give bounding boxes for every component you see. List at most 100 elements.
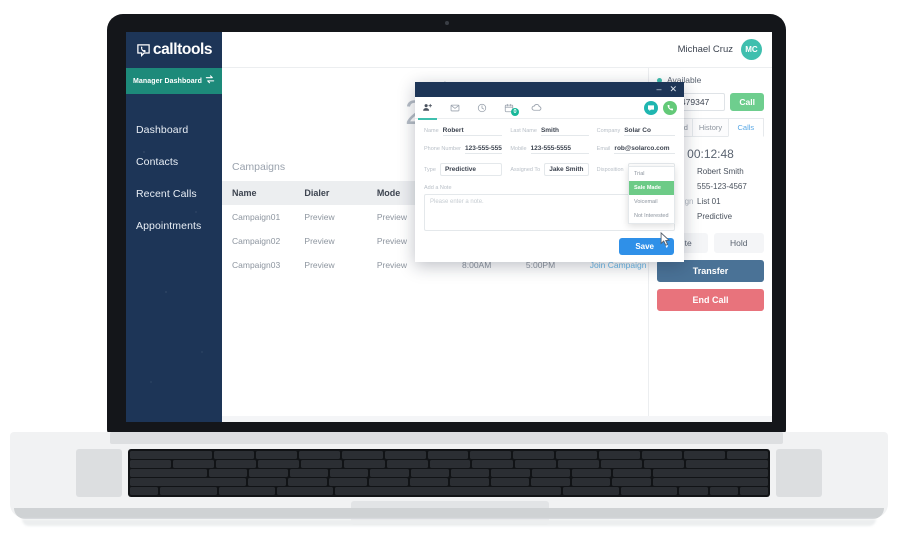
laptop-hinge bbox=[110, 432, 783, 444]
field-label: Email bbox=[596, 146, 611, 152]
field-value: Jake Smith bbox=[544, 163, 589, 176]
field-value: 555-123-4567 bbox=[697, 182, 747, 191]
tab-calls[interactable]: Calls bbox=[727, 118, 764, 137]
sidebar-item-label: Recent Calls bbox=[136, 188, 197, 200]
keyboard-row bbox=[130, 469, 768, 477]
field-phone-number[interactable]: Phone Number 123-555-5555 bbox=[424, 145, 503, 154]
dropdown-option-trial[interactable]: Trial bbox=[629, 167, 674, 181]
cell-dialer: Preview bbox=[304, 236, 335, 246]
app-logo-text: calltools bbox=[152, 41, 213, 58]
field-mobile[interactable]: Mobile 123-555-5555 bbox=[510, 145, 589, 154]
switch-arrow-icon bbox=[204, 74, 216, 88]
end-call-button[interactable]: End Call bbox=[657, 289, 764, 311]
top-bar: Michael Cruz MC bbox=[222, 32, 772, 68]
minimize-icon[interactable]: – bbox=[656, 85, 661, 94]
field-value: 123-555-5555 bbox=[530, 145, 589, 154]
mail-icon[interactable] bbox=[450, 103, 460, 113]
modal-body: Name Robert Last Name Smith Company Sola… bbox=[415, 119, 684, 255]
laptop-screen: calltools Manager Dashboard Dashboard Co… bbox=[126, 32, 772, 422]
transfer-button[interactable]: Transfer bbox=[657, 260, 764, 282]
clock-icon[interactable] bbox=[477, 103, 487, 113]
keyboard-keys bbox=[128, 449, 770, 497]
column-header-dialer[interactable]: Dialer bbox=[294, 181, 366, 205]
field-first-name[interactable]: Name Robert bbox=[424, 127, 503, 136]
speaker-grille-left bbox=[76, 449, 122, 497]
tab-history[interactable]: History bbox=[692, 118, 728, 137]
modal-row-2: Phone Number 123-555-5555 Mobile 123-555… bbox=[424, 145, 675, 154]
field-value: List 01 bbox=[697, 197, 721, 206]
sidebar-item-label: Contacts bbox=[136, 156, 179, 168]
field-last-name[interactable]: Last Name Smith bbox=[510, 127, 589, 136]
keyboard-row bbox=[130, 451, 768, 459]
close-icon[interactable]: ✕ bbox=[669, 85, 677, 94]
field-label: Mobile bbox=[510, 146, 527, 152]
hold-button[interactable]: Hold bbox=[713, 233, 764, 253]
keyboard-row bbox=[130, 460, 768, 468]
sidebar-item-appointments[interactable]: Appointments bbox=[126, 210, 222, 242]
field-type[interactable]: Type Predictive bbox=[424, 163, 503, 176]
laptop-base-lip bbox=[14, 508, 884, 519]
sidebar-nav: Dashboard Contacts Recent Calls Appointm… bbox=[126, 114, 222, 242]
field-label: Assigned To bbox=[510, 167, 541, 173]
field-value: Robert Smith bbox=[697, 167, 744, 176]
modal-tab-bar: 0 bbox=[415, 97, 684, 120]
sidebar-item-recent-calls[interactable]: Recent Calls bbox=[126, 178, 222, 210]
field-value: rob@solarco.com bbox=[614, 145, 675, 154]
cell-dialer: Preview bbox=[304, 212, 335, 222]
field-label: Company bbox=[596, 128, 621, 134]
field-value: Solar Co bbox=[624, 127, 675, 136]
keyboard bbox=[128, 449, 770, 497]
sidebar-item-label: Appointments bbox=[136, 220, 202, 232]
dropdown-option-voicemail[interactable]: Voicemail bbox=[629, 195, 674, 209]
contact-modal: – ✕ 0 Name Robert Last Name Smith Compan… bbox=[415, 82, 684, 262]
sidebar-item-contacts[interactable]: Contacts bbox=[126, 146, 222, 178]
field-value: 123-555-5555 bbox=[465, 145, 503, 154]
webcam-icon bbox=[444, 21, 449, 25]
manager-dashboard-button[interactable]: Manager Dashboard bbox=[126, 68, 222, 94]
save-button-label: Save bbox=[635, 242, 654, 251]
phone-icon[interactable] bbox=[663, 100, 677, 115]
dropdown-option-not-interested[interactable]: Not Interested bbox=[629, 209, 674, 223]
field-value: Predictive bbox=[697, 212, 733, 221]
app-logo: calltools bbox=[126, 32, 222, 68]
cloud-icon[interactable] bbox=[531, 102, 542, 113]
keyboard-row bbox=[130, 487, 768, 495]
call-button[interactable]: Call bbox=[730, 93, 764, 111]
footer-strip bbox=[222, 416, 772, 422]
disposition-dropdown: Trial Sale Made Voicemail Not Interested bbox=[628, 166, 675, 224]
modal-action-buttons bbox=[644, 100, 677, 115]
add-contact-icon[interactable] bbox=[418, 102, 437, 120]
dropdown-option-sale-made[interactable]: Sale Made bbox=[629, 181, 674, 195]
field-label: Disposition bbox=[596, 167, 624, 173]
calendar-badge: 0 bbox=[511, 107, 519, 116]
speaker-grille-right bbox=[776, 449, 822, 497]
manager-dashboard-label: Manager Dashboard bbox=[133, 77, 202, 85]
sidebar-item-label: Dashboard bbox=[136, 124, 189, 136]
field-value: Predictive bbox=[439, 163, 503, 176]
cell-dialer: Preview bbox=[304, 260, 335, 270]
field-label: Name bbox=[424, 128, 439, 134]
phone-speech-bubble-icon bbox=[136, 43, 151, 58]
sidebar: calltools Manager Dashboard Dashboard Co… bbox=[126, 32, 222, 422]
field-assigned-to[interactable]: Assigned To Jake Smith bbox=[510, 163, 589, 176]
field-company[interactable]: Company Solar Co bbox=[597, 127, 675, 136]
screenshot-stage: calltools Manager Dashboard Dashboard Co… bbox=[0, 0, 898, 546]
sidebar-item-dashboard[interactable]: Dashboard bbox=[126, 114, 222, 146]
laptop-shadow bbox=[22, 519, 876, 526]
save-row: Save ▾ bbox=[424, 238, 675, 255]
field-label: Type bbox=[424, 167, 436, 173]
avatar[interactable]: MC bbox=[741, 39, 762, 60]
field-value: Robert bbox=[442, 127, 503, 136]
column-header-name[interactable]: Name bbox=[222, 181, 294, 205]
content-area: Michael Cruz MC Total 273 Campaigns Name… bbox=[222, 32, 772, 422]
cell-name: Campaign02 bbox=[232, 236, 281, 246]
field-value: Smith bbox=[540, 127, 589, 136]
field-email[interactable]: Email rob@solarco.com bbox=[597, 145, 675, 154]
modal-row-1: Name Robert Last Name Smith Company Sola… bbox=[424, 127, 675, 136]
modal-title-bar: – ✕ bbox=[415, 82, 684, 97]
cell-name: Campaign03 bbox=[232, 260, 281, 270]
keyboard-row bbox=[130, 478, 768, 486]
user-name: Michael Cruz bbox=[677, 44, 733, 55]
chat-icon[interactable] bbox=[644, 100, 658, 115]
calendar-icon[interactable]: 0 bbox=[504, 103, 519, 116]
